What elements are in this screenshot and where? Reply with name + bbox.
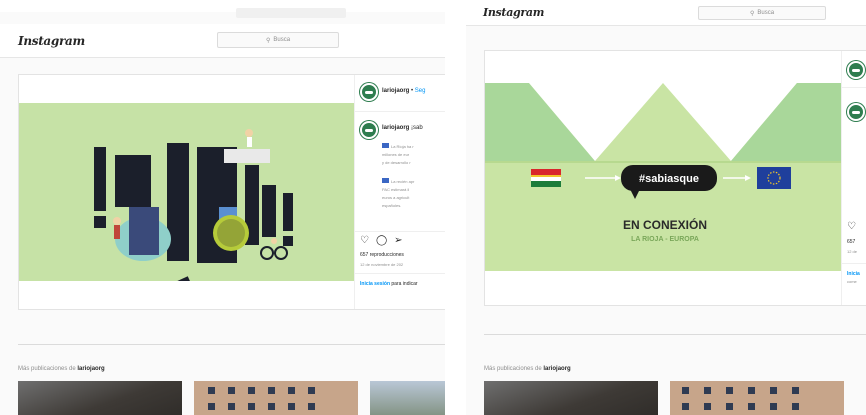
thumbnail[interactable]: [194, 381, 358, 415]
top-navbar: Instagram ⚲ Busca: [466, 0, 866, 26]
login-rest: come: [847, 279, 857, 284]
more-posts-label: Más publicaciones de lariojaorg: [18, 366, 105, 372]
section-separator: [484, 334, 866, 335]
caption-line-5: PAC estimará il: [382, 187, 410, 192]
thumbnail[interactable]: [18, 381, 182, 415]
caption-line-2: millones de eur: [382, 152, 410, 157]
reproductions-count: 657: [847, 239, 856, 245]
top-navbar: Instagram ⚲ Busca: [0, 24, 445, 58]
caption-username[interactable]: lariojaorg: [382, 125, 409, 131]
login-link[interactable]: Inicia: [847, 271, 860, 277]
pane-gap: [445, 0, 466, 415]
more-posts-label: Más publicaciones de lariojaorg: [484, 366, 571, 372]
share-icon[interactable]: ➢: [394, 235, 402, 246]
eu-flag-icon: [382, 178, 389, 183]
search-icon: ⚲: [749, 10, 755, 17]
post-card: #sabiasque EN CONEXIÓN LA RIOJA - EUROPA…: [484, 50, 866, 306]
sidebar-divider: [842, 87, 866, 88]
caption-line-6: euros a agricult: [382, 195, 410, 200]
reproductions-count: 657 reproducciones: [360, 252, 404, 258]
search-placeholder: Busca: [273, 37, 291, 43]
follow-button[interactable]: Seg: [415, 88, 426, 94]
post-image[interactable]: [19, 103, 354, 281]
right-window: Instagram ⚲ Busca #sabiasque EN CONEXIÓN…: [466, 0, 866, 415]
illustration: [19, 103, 354, 281]
search-icon: ⚲: [265, 37, 271, 44]
post-sidebar: ♡ 657 12 de Inicia come: [841, 51, 866, 305]
post-username: lariojaorg • Seg: [382, 88, 425, 94]
post-image[interactable]: #sabiasque EN CONEXIÓN LA RIOJA - EUROPA: [485, 83, 841, 271]
thumbnail[interactable]: [670, 381, 844, 415]
follow-dot: •: [411, 88, 414, 94]
image-title: EN CONEXIÓN: [623, 217, 707, 232]
action-bar: ♡ ◯ ➢: [360, 235, 403, 246]
illustration: #sabiasque EN CONEXIÓN LA RIOJA - EUROPA: [485, 83, 841, 271]
post-card: lariojaorg • Seg lariojaorg ¡sab La Rioj…: [18, 74, 445, 310]
caption-snippet: ¡sab: [411, 125, 423, 131]
left-window: Instagram ⚲ Busca lariojaorg • Seg lario…: [0, 0, 445, 415]
caption-line-4: La recién apr: [391, 179, 415, 184]
sidebar-divider: [355, 231, 445, 232]
caption-header: lariojaorg ¡sab: [382, 125, 423, 131]
more-posts-username[interactable]: lariojaorg: [543, 366, 570, 372]
image-subtitle: LA RIOJA - EUROPA: [631, 236, 699, 243]
section-separator: [18, 344, 445, 345]
caption-line-7: españoles.: [382, 203, 402, 208]
action-bar: ♡: [847, 221, 856, 232]
more-posts-grid: [18, 381, 445, 415]
login-prompt: Inicia: [847, 271, 860, 277]
caption-line-1: La Rioja ha r: [391, 144, 414, 149]
eu-flag-icon: [382, 143, 389, 148]
address-pill: [236, 8, 346, 18]
thumbnail[interactable]: [484, 381, 658, 415]
thumbnail[interactable]: [370, 381, 445, 415]
sidebar-divider: [355, 273, 445, 274]
avatar-icon[interactable]: [360, 83, 378, 101]
more-posts-prefix: Más publicaciones de: [484, 366, 542, 372]
instagram-logo[interactable]: Instagram: [18, 34, 85, 48]
avatar-icon[interactable]: [847, 103, 865, 121]
sidebar-divider: [842, 263, 866, 264]
heart-icon[interactable]: ♡: [360, 235, 369, 246]
instagram-logo[interactable]: Instagram: [483, 6, 544, 19]
avatar-icon[interactable]: [360, 121, 378, 139]
hashtag-text: #sabiasque: [639, 173, 699, 185]
username-link[interactable]: lariojaorg: [382, 88, 409, 94]
avatar-icon[interactable]: [847, 61, 865, 79]
sidebar-divider: [355, 111, 445, 112]
post-date: 12 de noviembre de 202: [360, 262, 404, 267]
post-sidebar: lariojaorg • Seg lariojaorg ¡sab La Rioj…: [354, 75, 445, 309]
search-box[interactable]: ⚲ Busca: [217, 32, 339, 48]
login-prompt: Inicia sesión para indicar: [360, 281, 418, 287]
more-posts-prefix: Más publicaciones de: [18, 366, 76, 372]
post-date: 12 de: [847, 249, 858, 254]
search-placeholder: Busca: [757, 10, 775, 16]
comment-icon[interactable]: ◯: [376, 235, 387, 246]
heart-icon[interactable]: ♡: [847, 221, 856, 232]
search-box[interactable]: ⚲ Busca: [698, 6, 826, 20]
top-strip: [0, 0, 445, 18]
more-posts-grid: [484, 381, 844, 415]
caption-line-3: y de desarrollo r: [382, 160, 411, 165]
login-rest: para indicar: [391, 281, 418, 287]
more-posts-username[interactable]: lariojaorg: [77, 366, 104, 372]
login-link[interactable]: Inicia sesión: [360, 281, 390, 287]
